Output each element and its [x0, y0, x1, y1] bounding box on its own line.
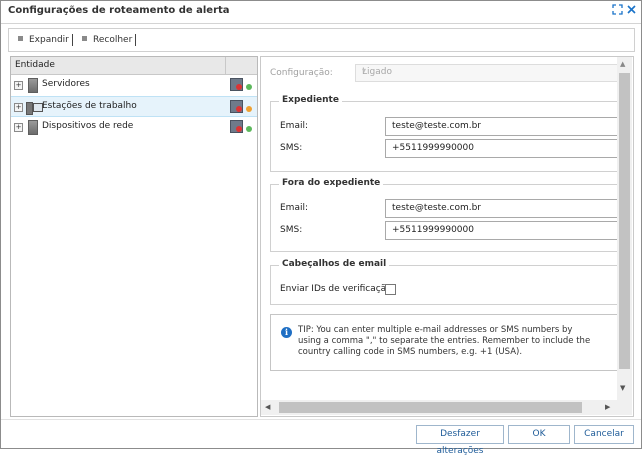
send-ids-checkbox[interactable]: [385, 284, 396, 295]
toolbar-divider: [9, 34, 10, 46]
maximize-icon[interactable]: [610, 4, 624, 18]
info-icon: i: [281, 327, 292, 338]
tree-item-label: Servidores: [42, 79, 90, 89]
business-sms-field[interactable]: +5511999990000: [385, 139, 617, 158]
business-sms-value: +5511999990000: [392, 143, 474, 153]
entity-column-label: Entidade: [15, 60, 55, 70]
alert-routing-icon: [230, 78, 243, 91]
scroll-left-icon[interactable]: ◀: [265, 403, 270, 411]
server-icon: [28, 78, 38, 93]
tree-item-workstations[interactable]: + Estações de trabalho: [11, 96, 257, 117]
business-email-value: teste@teste.com.br: [392, 121, 481, 131]
collapse-button[interactable]: Recolher: [82, 33, 132, 47]
collapse-icon: [82, 36, 87, 41]
entity-tree-panel: Entidade + Servidores + Estações de trab…: [10, 56, 258, 417]
tree-item-network-devices[interactable]: + Dispositivos de rede: [11, 117, 257, 137]
business-hours-title: Expediente: [279, 95, 342, 105]
vertical-scroll-thumb[interactable]: [619, 73, 630, 369]
send-ids-label: Enviar IDs de verificação:: [280, 284, 395, 294]
alert-routing-dialog: Configurações de roteamento de alerta Ex…: [0, 0, 642, 456]
after-sms-value: +5511999990000: [392, 225, 474, 235]
horizontal-scroll-thumb[interactable]: [279, 402, 582, 413]
collapse-label: Recolher: [93, 35, 133, 45]
configuration-select[interactable]: Ligado ▾: [355, 64, 617, 82]
status-dot-icon: [246, 126, 252, 132]
dialog-title: Configurações de roteamento de alerta: [8, 5, 230, 16]
alert-routing-icon: [230, 120, 243, 133]
tree-toolbar: Expandir Recolher: [8, 28, 635, 52]
footer-divider: [1, 419, 641, 420]
status-dot-icon: [246, 106, 252, 112]
settings-panel: Configuração: Ligado ▾ Expediente Email:…: [260, 56, 634, 417]
business-hours-group: Expediente Email: teste@teste.com.br SMS…: [270, 95, 617, 172]
horizontal-scrollbar[interactable]: ◀ ▶: [261, 400, 617, 415]
after-email-value: teste@teste.com.br: [392, 203, 481, 213]
expand-icon: [18, 36, 23, 41]
status-dot-icon: [246, 84, 252, 90]
workstation-icon: [26, 102, 43, 115]
settings-scroll-area: Configuração: Ligado ▾ Expediente Email:…: [261, 57, 617, 400]
alert-routing-icon: [230, 100, 243, 113]
tip-box: i TIP: You can enter multiple e-mail add…: [270, 314, 617, 371]
business-email-field[interactable]: teste@teste.com.br: [385, 117, 617, 136]
expand-toggle-icon[interactable]: +: [14, 123, 23, 132]
cancel-button[interactable]: Cancelar: [574, 425, 634, 444]
toolbar-divider: [135, 34, 136, 46]
tree-item-label: Estações de trabalho: [42, 101, 137, 111]
business-sms-label: SMS:: [280, 143, 303, 153]
close-icon[interactable]: [624, 4, 638, 18]
tree-item-servers[interactable]: + Servidores: [11, 75, 257, 95]
expand-toggle-icon[interactable]: +: [14, 81, 23, 90]
tree-item-label: Dispositivos de rede: [42, 121, 134, 131]
expand-label: Expandir: [29, 35, 69, 45]
chevron-down-icon: ▾: [362, 66, 367, 75]
entity-column-header[interactable]: Entidade: [11, 57, 257, 75]
scroll-down-icon[interactable]: ▼: [620, 384, 625, 392]
after-email-label: Email:: [280, 203, 309, 213]
business-email-label: Email:: [280, 121, 309, 131]
after-hours-title: Fora do expediente: [279, 178, 384, 188]
vertical-scrollbar[interactable]: ▲ ▼: [617, 57, 632, 400]
column-divider[interactable]: [225, 57, 226, 74]
network-device-icon: [28, 120, 38, 135]
scrollbar-corner: [617, 400, 632, 415]
tip-text: TIP: You can enter multiple e-mail addre…: [298, 325, 591, 357]
email-headers-group: Cabeçalhos de email Enviar IDs de verifi…: [270, 259, 617, 305]
toolbar-divider: [72, 34, 73, 46]
scroll-right-icon[interactable]: ▶: [605, 403, 610, 411]
configuration-label: Configuração:: [270, 68, 333, 78]
scroll-up-icon[interactable]: ▲: [620, 60, 625, 68]
ok-button[interactable]: OK: [508, 425, 570, 444]
after-sms-field[interactable]: +5511999990000: [385, 221, 617, 240]
after-sms-label: SMS:: [280, 225, 303, 235]
after-hours-group: Fora do expediente Email: teste@teste.co…: [270, 178, 617, 252]
email-headers-title: Cabeçalhos de email: [279, 259, 390, 269]
expand-button[interactable]: Expandir: [18, 33, 69, 47]
expand-toggle-icon[interactable]: +: [14, 103, 23, 112]
discard-changes-button[interactable]: Desfazer alterações: [416, 425, 504, 456]
after-email-field[interactable]: teste@teste.com.br: [385, 199, 617, 218]
title-bar: Configurações de roteamento de alerta: [1, 1, 641, 24]
